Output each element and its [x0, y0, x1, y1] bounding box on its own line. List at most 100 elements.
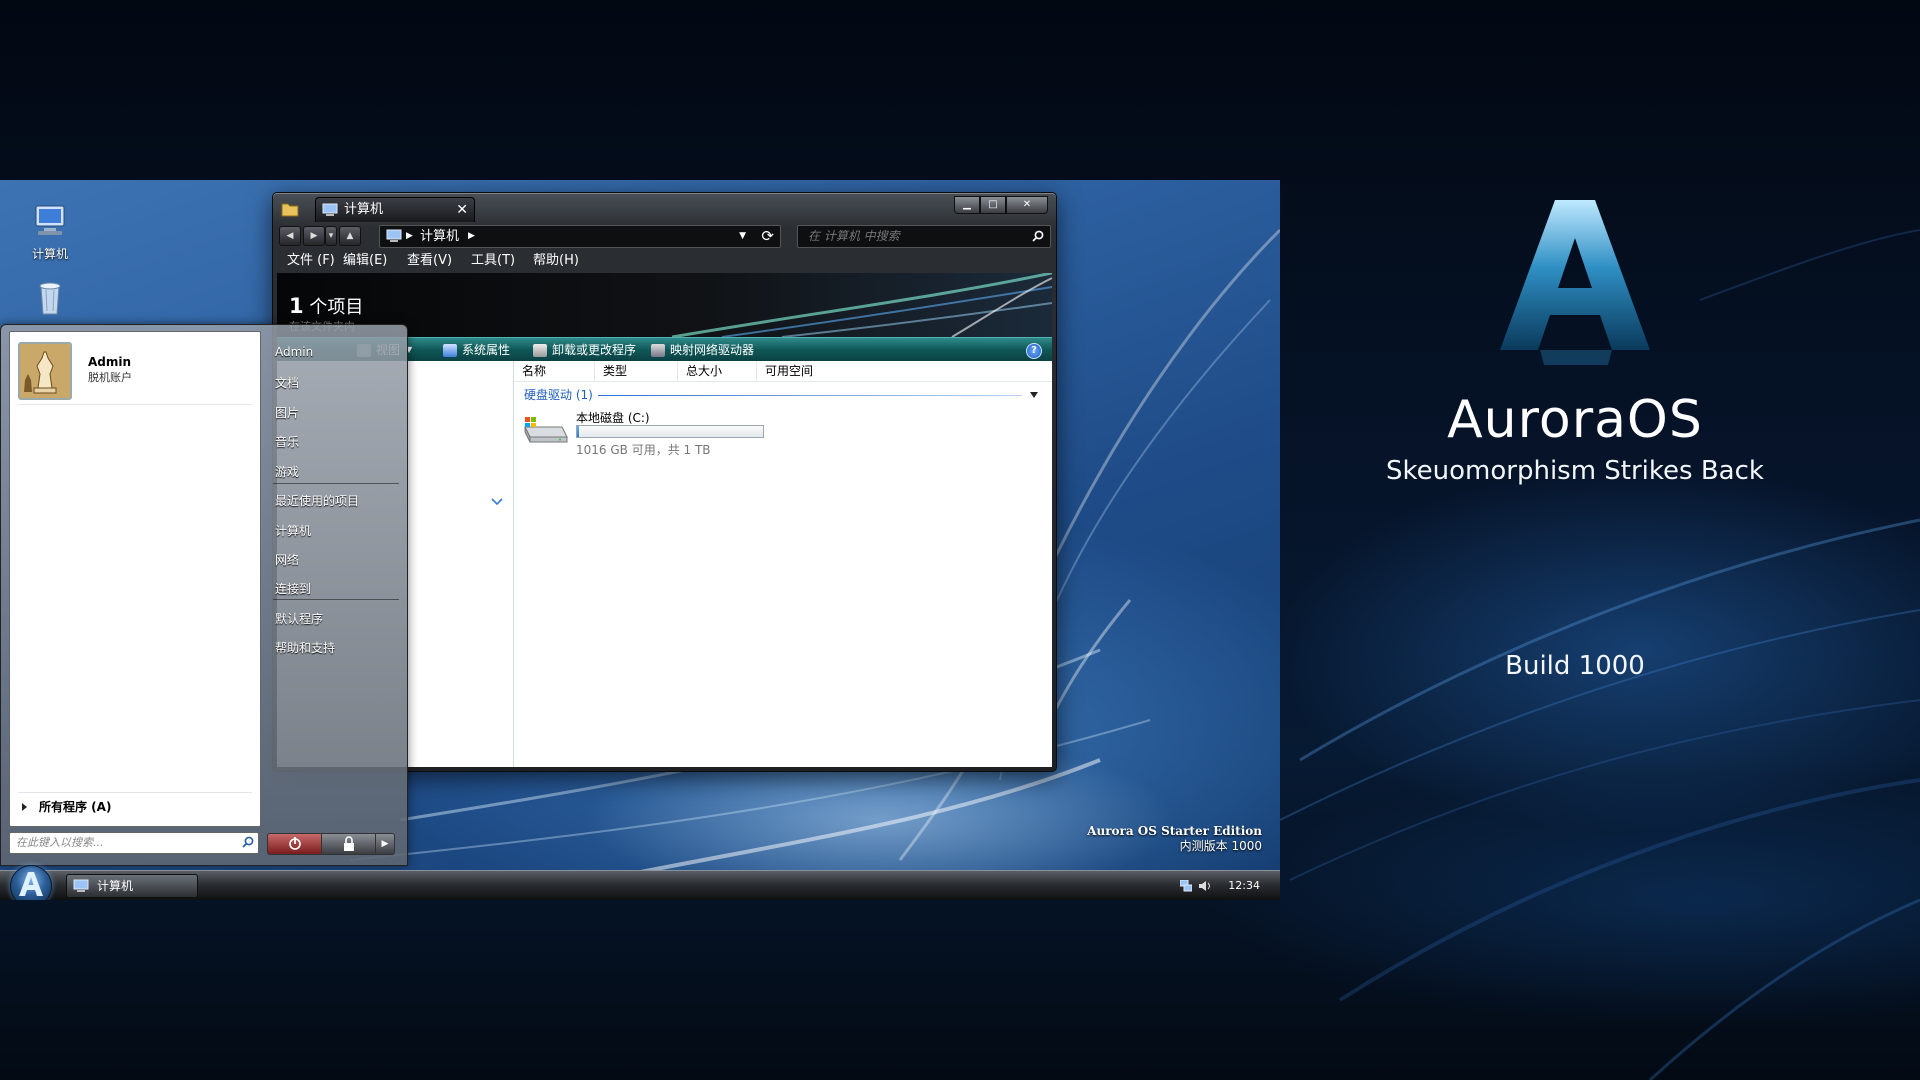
shutdown-options-button[interactable]: ▶ — [375, 833, 395, 855]
menu-edit[interactable]: 编辑(E) — [343, 251, 387, 271]
map-network-drive-button[interactable]: 映射网络驱动器 — [651, 338, 754, 362]
tab-label: 计算机 — [344, 202, 384, 217]
banner-aurora-graphic — [671, 273, 1052, 337]
group-label: 硬盘驱动 (1) — [524, 388, 593, 402]
group-line — [598, 395, 1022, 396]
computer-icon — [386, 229, 402, 242]
desktop-icon-recycle-bin[interactable] — [10, 280, 90, 323]
network-drive-icon — [651, 343, 665, 357]
explorer-search-input[interactable]: 在 计算机 中搜索 — [797, 225, 1051, 248]
start-item-computer[interactable]: 计算机 — [275, 522, 311, 539]
menu-file[interactable]: 文件 (F) — [287, 251, 335, 271]
column-name[interactable]: 名称 — [514, 361, 595, 381]
address-bar[interactable]: ▶ 计算机 ▶ ▼ ⟳ — [379, 225, 781, 248]
minimize-button[interactable]: ▁ — [954, 196, 980, 214]
history-dropdown-button[interactable]: ▾ — [325, 226, 337, 246]
power-button[interactable] — [267, 833, 323, 855]
start-item-network[interactable]: 网络 — [275, 551, 299, 568]
menu-help[interactable]: 帮助(H) — [533, 251, 579, 271]
edition-name: Aurora OS Starter Edition — [1087, 824, 1262, 838]
search-icon[interactable] — [242, 836, 254, 848]
hard-drive-icon — [524, 417, 568, 443]
uninstall-program-button[interactable]: 卸载或更改程序 — [533, 338, 636, 362]
all-programs-button[interactable]: 所有程序 (A) — [22, 798, 111, 815]
aurora-logo-icon — [19, 872, 43, 896]
taskbar: 计算机 12:34 — [0, 865, 1280, 900]
start-item-music[interactable]: 音乐 — [275, 433, 299, 450]
uninstall-label: 卸载或更改程序 — [552, 343, 637, 357]
menu-view[interactable]: 查看(V) — [407, 251, 452, 271]
start-search-placeholder: 在此键入以搜索... — [16, 836, 104, 849]
start-item-games[interactable]: 游戏 — [275, 463, 299, 480]
network-icon[interactable] — [1180, 880, 1192, 892]
tab-bar: 计算机 ✕ ▁ □ ✕ — [277, 196, 1052, 222]
start-item-connect-to[interactable]: 连接到 — [275, 580, 311, 597]
address-dropdown-icon[interactable]: ▼ — [739, 226, 746, 247]
start-item-pictures[interactable]: 图片 — [275, 404, 299, 421]
lock-button[interactable] — [321, 833, 377, 855]
column-total-size[interactable]: 总大小 — [678, 361, 757, 381]
volume-icon[interactable] — [1198, 880, 1212, 892]
account-type: 脱机账户 — [88, 371, 132, 384]
back-button[interactable]: ◀ — [279, 226, 301, 246]
brand-panel: AuroraOS Skeuomorphism Strikes Back Buil… — [1290, 200, 1860, 681]
search-icon[interactable] — [1032, 230, 1044, 242]
breadcrumb-computer[interactable]: 计算机 — [420, 226, 459, 247]
recycle-bin-icon — [39, 282, 61, 315]
taskbar-item-computer[interactable]: 计算机 — [66, 874, 198, 898]
column-free-space[interactable]: 可用空间 — [757, 361, 835, 381]
divider — [18, 792, 252, 793]
start-item-help[interactable]: 帮助和支持 — [275, 639, 335, 656]
divider — [273, 599, 399, 600]
uninstall-icon — [533, 343, 547, 357]
up-button[interactable]: ▲ — [339, 226, 361, 246]
tab-close-icon[interactable]: ✕ — [456, 198, 468, 222]
system-properties-button[interactable]: 系统属性 — [443, 338, 510, 362]
help-icon[interactable]: ? — [1026, 343, 1042, 359]
computer-icon — [73, 879, 89, 892]
lock-icon — [344, 836, 354, 851]
start-item-admin[interactable]: Admin — [275, 345, 313, 359]
start-item-default-programs[interactable]: 默认程序 — [275, 610, 323, 627]
breadcrumb-arrow-icon[interactable]: ▶ — [406, 226, 413, 247]
collapse-icon[interactable] — [1030, 392, 1038, 398]
desktop-icon-computer[interactable]: 计算机 — [10, 202, 90, 262]
drive-item-c[interactable]: 本地磁盘 (C:) 1016 GB 可用，共 1 TB — [522, 409, 782, 459]
avatar[interactable] — [18, 342, 72, 400]
close-button[interactable]: ✕ — [1006, 196, 1048, 214]
aurora-logo-icon — [1500, 200, 1650, 365]
desktop[interactable]: 计算机 Aurora OS Starter Edition 内测版本 1000 … — [0, 180, 1280, 900]
chevron-down-icon[interactable] — [491, 498, 503, 506]
drive-usage-fill — [577, 426, 579, 437]
start-button[interactable] — [10, 865, 52, 900]
drive-name: 本地磁盘 (C:) — [576, 411, 650, 425]
start-item-recent[interactable]: 最近使用的项目 — [275, 492, 359, 509]
clock[interactable]: 12:34 — [1228, 871, 1260, 900]
group-header-hard-drives[interactable]: 硬盘驱动 (1) — [524, 386, 1040, 404]
folder-icon[interactable] — [281, 201, 299, 217]
tab-computer[interactable]: 计算机 ✕ — [315, 197, 475, 222]
chevron-right-icon — [22, 803, 27, 811]
user-name: Admin — [88, 355, 132, 369]
drive-usage-bar — [576, 425, 764, 438]
item-count: 1 个项目 — [289, 293, 363, 319]
column-type[interactable]: 类型 — [595, 361, 678, 381]
file-pane[interactable]: 名称 类型 总大小 可用空间 硬盘驱动 (1) 本地磁盘 (C:) 1016 G… — [514, 361, 1052, 767]
start-search-input[interactable]: 在此键入以搜索... — [9, 832, 259, 854]
maximize-button[interactable]: □ — [980, 196, 1006, 214]
edition-build: 内测版本 1000 — [1179, 839, 1262, 853]
breadcrumb-arrow-icon[interactable]: ▶ — [468, 226, 475, 247]
brand-name: AuroraOS — [1447, 390, 1703, 450]
start-item-documents[interactable]: 文档 — [275, 374, 299, 391]
forward-button[interactable]: ▶ — [303, 226, 325, 246]
desktop-icon-label: 计算机 — [31, 247, 68, 261]
chevron-right-icon: ▶ — [381, 839, 389, 849]
item-count-number: 1 — [289, 294, 304, 318]
item-count-label: 个项目 — [309, 297, 364, 318]
map-network-drive-label: 映射网络驱动器 — [670, 343, 755, 357]
drive-space-info: 1016 GB 可用，共 1 TB — [576, 443, 711, 457]
menu-tools[interactable]: 工具(T) — [471, 251, 515, 271]
edition-watermark: Aurora OS Starter Edition 内测版本 1000 — [1087, 824, 1262, 854]
search-placeholder: 在 计算机 中搜索 — [808, 229, 900, 243]
refresh-icon[interactable]: ⟳ — [761, 226, 774, 247]
